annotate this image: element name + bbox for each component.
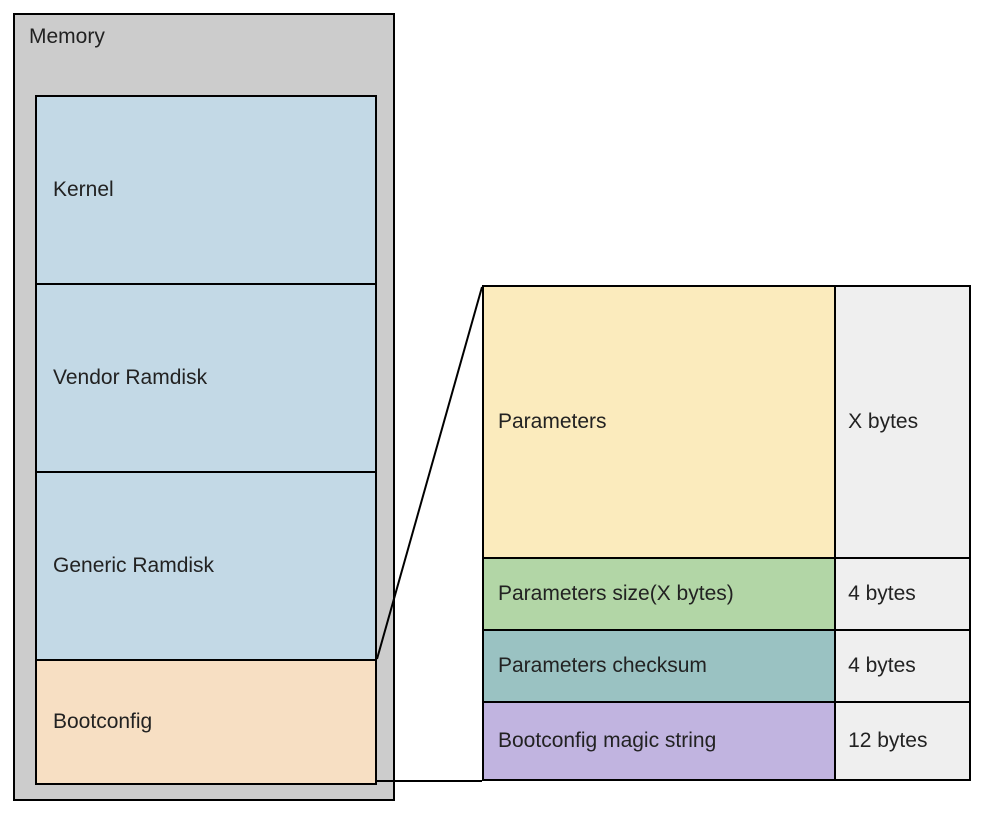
segment-label: Bootconfig [53, 710, 152, 734]
segment-generic-ramdisk: Generic Ramdisk [37, 473, 375, 661]
detail-size: 12 bytes [836, 703, 969, 779]
segment-label: Kernel [53, 178, 114, 202]
memory-title: Memory [15, 15, 393, 49]
segment-label: Generic Ramdisk [53, 554, 214, 578]
segment-label: Vendor Ramdisk [53, 366, 207, 390]
detail-row-parameters: Parameters X bytes [484, 287, 969, 559]
bootconfig-detail: Parameters X bytes Parameters size(X byt… [482, 285, 971, 781]
detail-label: Parameters checksum [484, 631, 836, 701]
memory-container: Memory Kernel Vendor Ramdisk Generic Ram… [13, 13, 395, 801]
memory-stack: Kernel Vendor Ramdisk Generic Ramdisk Bo… [35, 95, 377, 785]
detail-label: Bootconfig magic string [484, 703, 836, 779]
detail-label: Parameters size(X bytes) [484, 559, 836, 629]
detail-size: 4 bytes [836, 631, 969, 701]
detail-row-params-size: Parameters size(X bytes) 4 bytes [484, 559, 969, 631]
detail-row-magic: Bootconfig magic string 12 bytes [484, 703, 969, 779]
detail-label: Parameters [484, 287, 836, 557]
detail-row-checksum: Parameters checksum 4 bytes [484, 631, 969, 703]
segment-kernel: Kernel [37, 97, 375, 285]
detail-size: X bytes [836, 287, 969, 557]
segment-vendor-ramdisk: Vendor Ramdisk [37, 285, 375, 473]
segment-bootconfig: Bootconfig [37, 661, 375, 783]
detail-size: 4 bytes [836, 559, 969, 629]
